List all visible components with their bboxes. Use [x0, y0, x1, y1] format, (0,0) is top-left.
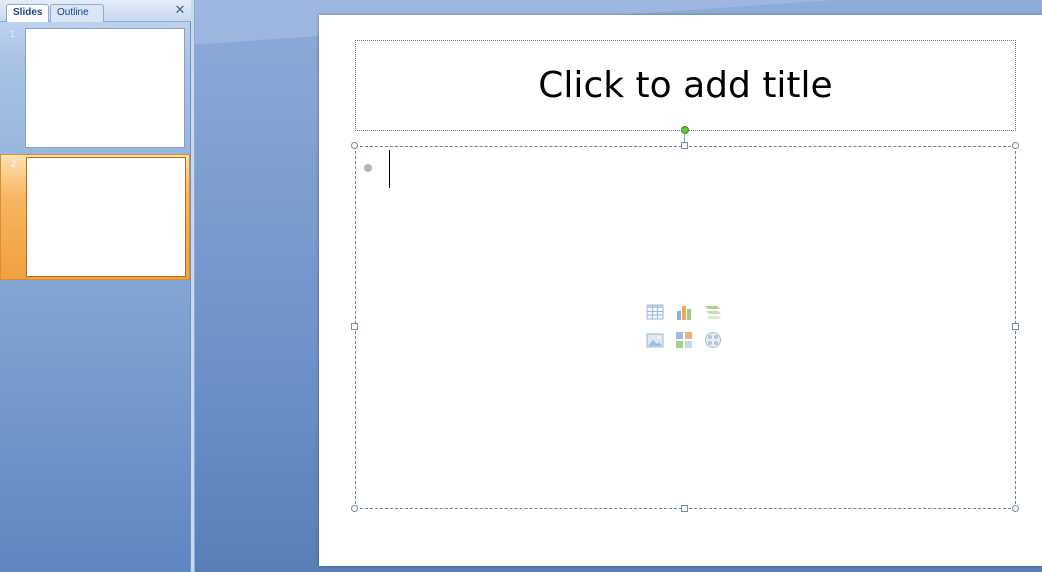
slide-thumbnail-2[interactable]: [26, 157, 186, 277]
insert-smartart-icon[interactable]: [704, 303, 722, 321]
rotate-handle[interactable]: [681, 126, 689, 134]
resize-handle-top[interactable]: [681, 142, 688, 149]
slides-pane: Slides Outline ✕ 1 2: [0, 0, 191, 572]
resize-handle-left[interactable]: [351, 323, 358, 330]
resize-handle-bottom-right[interactable]: [1012, 505, 1019, 512]
bullet-point: [364, 164, 372, 172]
close-pane-icon[interactable]: ✕: [173, 3, 187, 17]
pane-tab-bar: Slides Outline ✕: [0, 0, 191, 22]
title-placeholder-text: Click to add title: [538, 65, 833, 106]
resize-handle-right[interactable]: [1012, 323, 1019, 330]
slide-thumbnail-1[interactable]: [25, 28, 185, 148]
text-cursor: [389, 150, 390, 188]
slide-thumbnail-row-2[interactable]: 2: [0, 154, 190, 280]
insert-clipart-icon[interactable]: [675, 331, 693, 349]
insert-table-icon[interactable]: [646, 303, 664, 321]
insert-picture-icon[interactable]: [646, 331, 664, 349]
tab-slides[interactable]: Slides: [6, 4, 50, 22]
resize-handle-bottom-left[interactable]: [351, 505, 358, 512]
slide-thumbnail-row-1[interactable]: 1: [0, 25, 190, 151]
slide-number-2: 2: [11, 159, 17, 169]
slide-number-1: 1: [10, 29, 16, 39]
insert-chart-icon[interactable]: [675, 303, 693, 321]
resize-handle-top-left[interactable]: [351, 142, 358, 149]
title-placeholder[interactable]: Click to add title: [355, 40, 1016, 131]
insert-media-icon[interactable]: [704, 331, 722, 349]
tab-outline[interactable]: Outline: [50, 4, 104, 22]
resize-handle-top-right[interactable]: [1012, 142, 1019, 149]
content-insert-icons: [646, 303, 726, 355]
resize-handle-bottom[interactable]: [681, 505, 688, 512]
